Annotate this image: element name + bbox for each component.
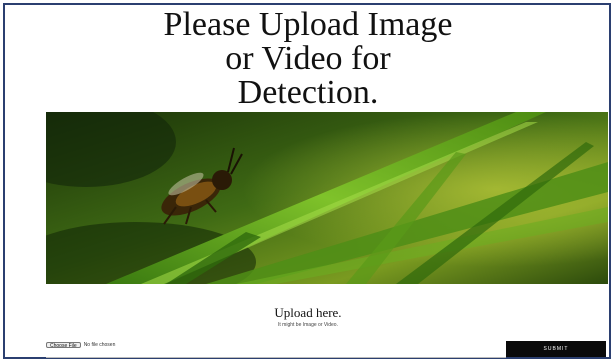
bee-on-grass-photo: [46, 112, 608, 284]
submit-button[interactable]: SUBMIT: [506, 341, 606, 357]
title-line-2: or Video for: [225, 40, 391, 77]
file-status: No file chosen: [83, 342, 116, 348]
upload-subtext: It might be Image or Video.: [278, 322, 338, 328]
title-line-3: Detection.: [237, 74, 379, 111]
hero-image: [46, 112, 608, 284]
file-input-row: Choose File No file chosen: [46, 341, 506, 358]
choose-file-button[interactable]: Choose File: [46, 342, 81, 349]
page-title: Please Upload Image or Video for Detecti…: [0, 8, 616, 110]
upload-heading: Upload here.: [274, 305, 342, 320]
title-line-1: Please Upload Image: [163, 6, 453, 43]
